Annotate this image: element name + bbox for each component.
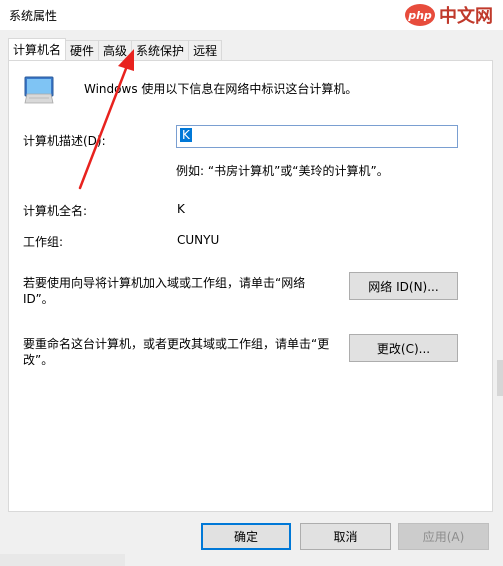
description-selected-text: K — [180, 128, 192, 142]
tab-system-protection[interactable]: 系统保护 — [131, 40, 190, 60]
tab-computer-name[interactable]: 计算机名 — [8, 38, 67, 60]
computer-icon — [24, 76, 54, 104]
apply-button[interactable]: 应用(A) — [398, 523, 489, 550]
change-button[interactable]: 更改(C)... — [349, 334, 458, 362]
rename-text-line1: 要重命名这台计算机，或者更改其域或工作组，请单击“更 — [23, 337, 330, 351]
network-text-line2: ID”。 — [23, 292, 54, 306]
rename-text-line2: 改”。 — [23, 353, 54, 367]
info-text: Windows 使用以下信息在网络中标识这台计算机。 — [84, 82, 358, 96]
rename-text: 要重命名这台计算机，或者更改其域或工作组，请单击“更 改”。 — [23, 336, 329, 368]
tab-advanced[interactable]: 高级 — [98, 40, 133, 60]
workgroup-label: 工作组: — [23, 235, 64, 249]
background-window-edge — [497, 360, 503, 396]
tab-remote[interactable]: 远程 — [188, 40, 223, 60]
php-logo: php 中文网 — [405, 3, 493, 27]
background-window-strip — [0, 554, 125, 566]
php-logo-text: 中文网 — [439, 6, 493, 27]
tab-label: 计算机名 — [13, 43, 62, 57]
fullname-value: K — [177, 202, 185, 216]
tab-label: 系统保护 — [136, 44, 185, 58]
network-id-button[interactable]: 网络 ID(N)... — [349, 272, 458, 300]
example-text: 例如: “书房计算机”或“美玲的计算机”。 — [176, 164, 389, 178]
description-label: 计算机描述(D): — [23, 134, 106, 148]
window-title: 系统属性 — [9, 9, 58, 23]
tab-label: 远程 — [193, 44, 218, 58]
computer-description-input[interactable]: K — [176, 125, 458, 148]
cancel-button[interactable]: 取消 — [300, 523, 391, 550]
network-text-line1: 若要使用向导将计算机加入域或工作组，请单击“网络 — [23, 276, 306, 290]
tab-strip: 计算机名 硬件 高级 系统保护 远程 — [8, 38, 223, 60]
workgroup-value: CUNYU — [177, 233, 220, 247]
tab-label: 硬件 — [70, 44, 95, 58]
fullname-label: 计算机全名: — [23, 204, 88, 218]
tab-label: 高级 — [103, 44, 128, 58]
ok-button[interactable]: 确定 — [201, 523, 291, 550]
title-bar: 系统属性 php 中文网 — [0, 0, 503, 30]
php-logo-badge: php — [405, 4, 435, 26]
network-text: 若要使用向导将计算机加入域或工作组，请单击“网络 ID”。 — [23, 275, 305, 307]
tab-hardware[interactable]: 硬件 — [65, 40, 100, 60]
